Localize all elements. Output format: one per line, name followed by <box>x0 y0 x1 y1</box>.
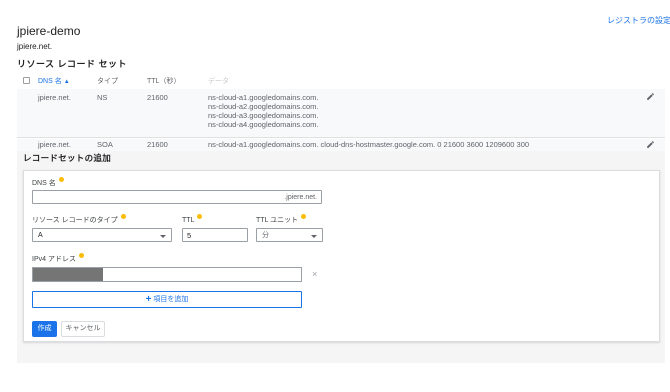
add-item-button[interactable]: + 項目を追加 <box>32 291 302 308</box>
edit-icon[interactable] <box>646 92 655 101</box>
record-table-header: DNS 名 ▲ タイプ TTL（秒） データ <box>17 73 665 88</box>
help-icon[interactable] <box>301 214 307 219</box>
record-data-line: ns-cloud-a1.googledomains.com. <box>208 93 319 102</box>
record-data-line: ns-cloud-a3.googledomains.com. <box>208 111 319 120</box>
dns-name-input[interactable]: .jpiere.net. <box>32 190 322 204</box>
record-sets-heading: リソース レコード セット <box>17 59 128 69</box>
plus-icon: + <box>145 294 152 305</box>
column-header-data: データ <box>208 78 229 85</box>
edit-icon[interactable] <box>646 140 655 149</box>
record-type-select[interactable]: A <box>32 228 172 242</box>
table-row: jpiere.net. NS 21600 ns-cloud-a1.googled… <box>17 89 665 138</box>
dns-name-suffix: .jpiere.net. <box>284 194 317 201</box>
ttl-unit-label: TTL ユニット <box>256 214 307 225</box>
record-ttl: 21600 <box>147 93 168 102</box>
table-row: jpiere.net. SOA 21600 ns-cloud-a1.google… <box>17 139 665 151</box>
add-record-heading: レコードセットの追加 <box>23 152 118 164</box>
ipv4-label: IPv4 アドレス <box>32 253 84 264</box>
column-header-ttl: TTL（秒） <box>147 78 181 85</box>
add-record-form: DNS 名 .jpiere.net. リソース レコードのタイプ A TTL 5… <box>23 170 660 342</box>
cancel-button[interactable]: キャンセル <box>61 321 105 337</box>
ttl-value: 5 <box>187 231 192 240</box>
record-data-line: ns-cloud-a4.googledomains.com. <box>208 120 319 129</box>
zone-title: jpiere-demo <box>17 24 81 38</box>
ttl-unit-value: 分 <box>262 232 269 239</box>
record-type: NS <box>97 93 108 102</box>
select-all-checkbox[interactable] <box>23 77 30 84</box>
record-ttl: 21600 <box>147 140 168 149</box>
record-data: ns-cloud-a1.googledomains.com. cloud-dns… <box>208 140 530 149</box>
column-header-type: タイプ <box>97 78 118 85</box>
ttl-unit-select[interactable]: 分 <box>256 228 323 242</box>
chevron-down-icon <box>311 235 317 238</box>
record-data: ns-cloud-a1.googledomains.com. ns-cloud-… <box>208 93 318 129</box>
create-button[interactable]: 作成 <box>32 321 57 337</box>
help-icon[interactable] <box>120 214 126 219</box>
help-icon[interactable] <box>78 253 84 258</box>
arrow-up-icon: ▲ <box>63 79 70 85</box>
ttl-input[interactable]: 5 <box>182 228 248 242</box>
close-icon[interactable]: × <box>312 269 317 279</box>
record-type: SOA <box>97 140 113 149</box>
ttl-label: TTL <box>182 214 203 224</box>
help-icon[interactable] <box>197 214 203 219</box>
dns-name-label: DNS 名 <box>32 177 64 188</box>
record-name: jpiere.net. <box>38 140 71 149</box>
redacted-ip-value <box>33 268 103 281</box>
ipv4-input[interactable] <box>32 267 302 282</box>
record-data-line: ns-cloud-a2.googledomains.com. <box>208 102 319 111</box>
help-icon[interactable] <box>58 177 64 182</box>
zone-dns-name: jpiere.net. <box>17 42 53 51</box>
registrar-settings-link[interactable]: レジストラの設定 <box>607 15 670 26</box>
record-type-value: A <box>38 232 43 239</box>
add-item-label: 項目を追加 <box>153 296 189 303</box>
column-header-dns-name[interactable]: DNS 名 ▲ <box>38 76 70 86</box>
record-type-label: リソース レコードのタイプ <box>32 214 126 225</box>
chevron-down-icon <box>160 235 166 238</box>
record-name: jpiere.net. <box>38 93 71 102</box>
